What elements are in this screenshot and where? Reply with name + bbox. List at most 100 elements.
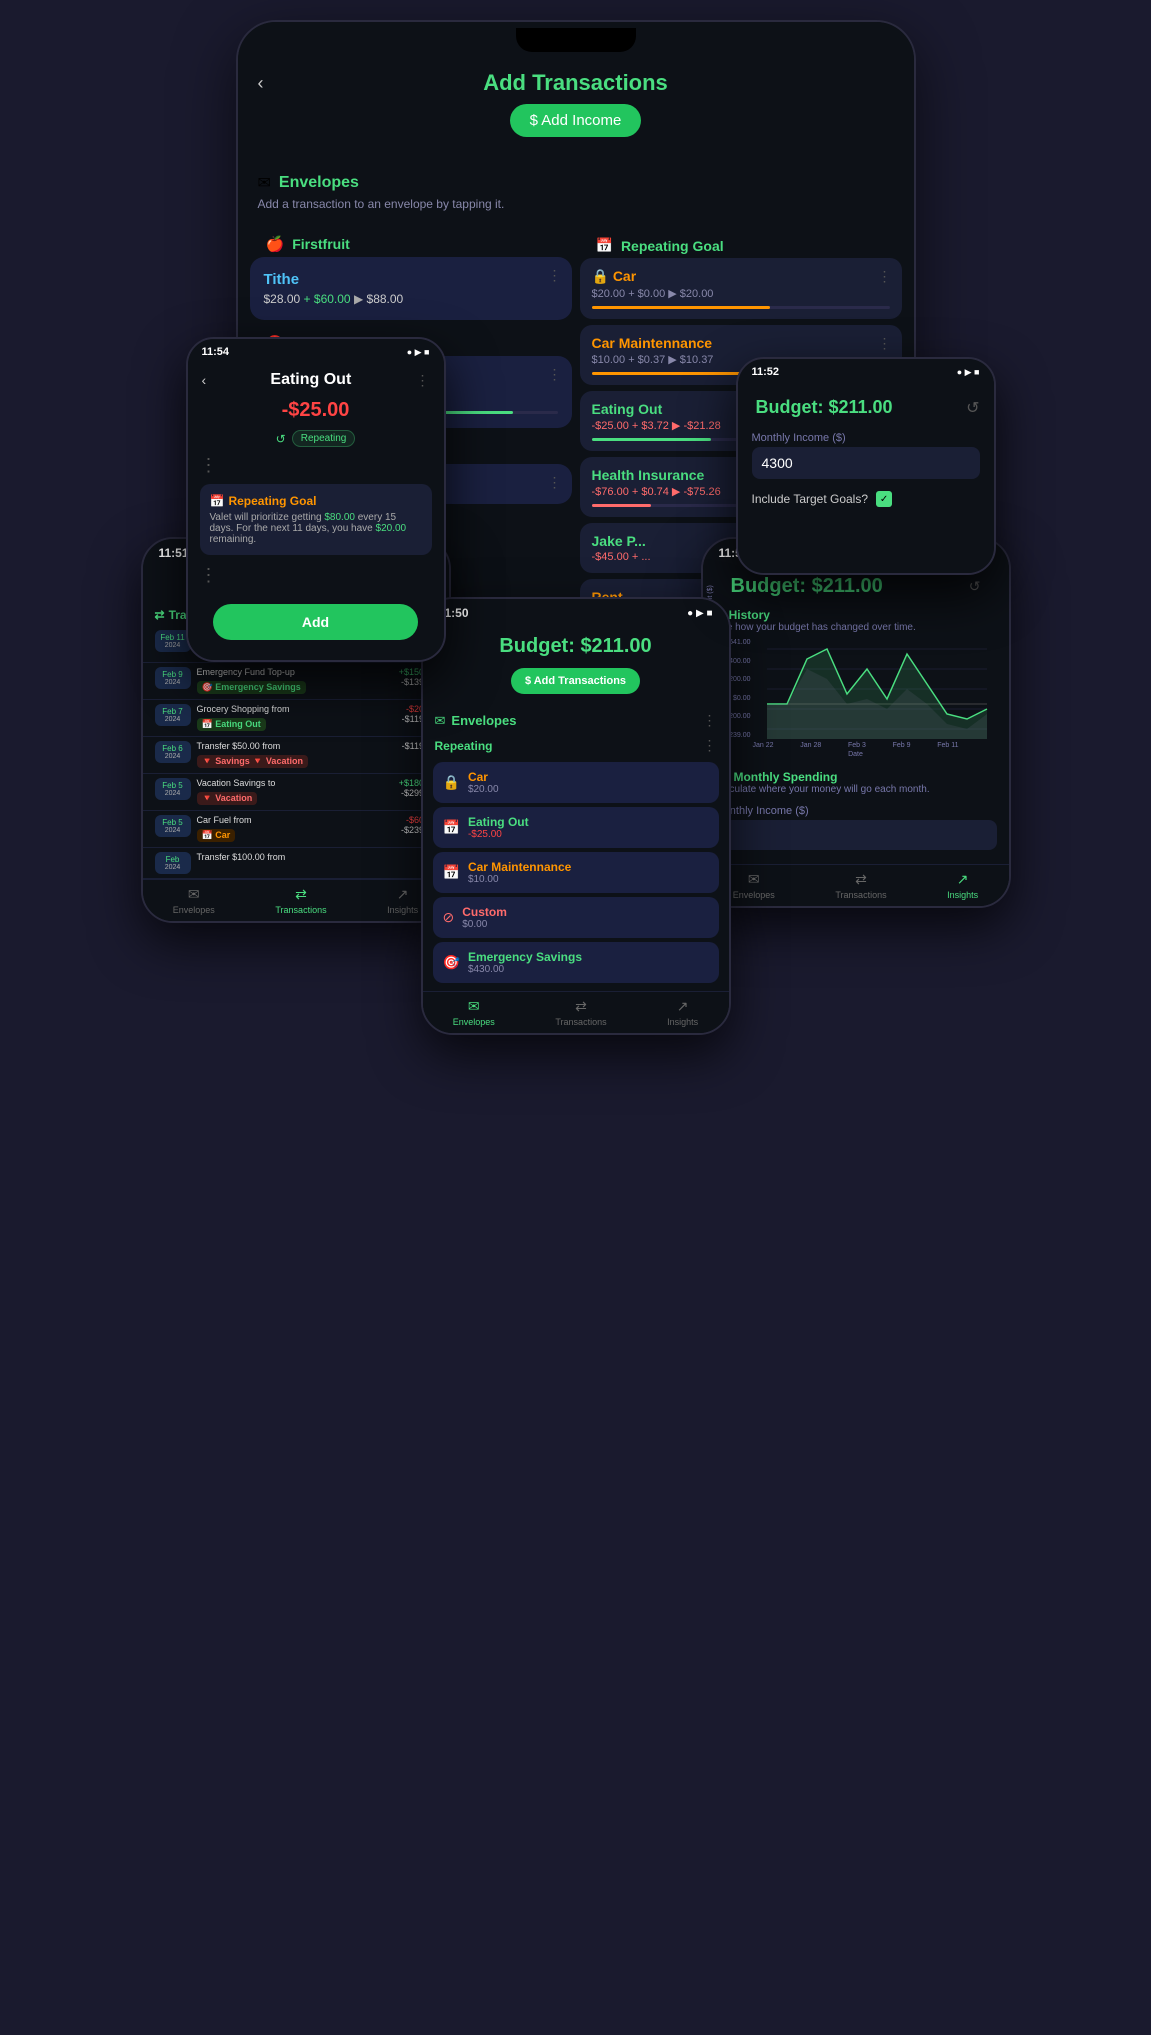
right-income-label: Monthly Income ($) bbox=[715, 805, 997, 817]
list-item[interactable]: 🎯 Emergency Savings $430.00 bbox=[433, 942, 719, 983]
eo-dots-1[interactable]: ⋮ bbox=[200, 455, 218, 476]
list-item[interactable]: 📅 Eating Out -$25.00 bbox=[433, 807, 719, 848]
trans-date-5: Feb 5 2024 bbox=[155, 778, 191, 800]
custom-icon: ⊘ bbox=[443, 909, 455, 926]
center-env-more[interactable]: ⋮ bbox=[703, 712, 717, 729]
tithe-name: Tithe bbox=[264, 271, 558, 288]
right-nav-insights-label: Insights bbox=[947, 890, 978, 900]
x-label-jan22: Jan 22 bbox=[753, 742, 774, 749]
tithe-dots[interactable]: ⋮ bbox=[548, 267, 562, 284]
page-title: Add Transactions bbox=[483, 70, 668, 96]
nav-insights-left[interactable]: ↗ Insights bbox=[387, 886, 418, 915]
bp-include-label: Include Target Goals? bbox=[752, 492, 869, 506]
nav-envelopes-label: Envelopes bbox=[173, 905, 215, 915]
list-item[interactable]: 📅 Car Maintennance $10.00 bbox=[433, 852, 719, 893]
add-transactions-button[interactable]: $ Add Transactions bbox=[511, 668, 640, 694]
add-income-button[interactable]: $ Add Income bbox=[510, 104, 642, 137]
eo-repeating-goal-box: 📅 Repeating Goal Valet will prioritize g… bbox=[200, 484, 432, 555]
center-nav-insights-icon: ↗ bbox=[677, 998, 689, 1015]
bp-income-label: Monthly Income ($) bbox=[752, 432, 980, 444]
center-car-amount: $20.00 bbox=[468, 784, 499, 795]
center-nav-insights[interactable]: ↗ Insights bbox=[667, 998, 698, 1027]
firstfruit-title: Firstfruit bbox=[292, 236, 350, 252]
center-envelopes-title: Envelopes bbox=[451, 713, 516, 728]
list-item[interactable]: ⊘ Custom $0.00 bbox=[433, 897, 719, 938]
right-nav-insights[interactable]: ↗ Insights bbox=[947, 871, 978, 900]
trans-desc-4: Transfer $50.00 from 🔻 Savings 🔻 Vacatio… bbox=[197, 741, 396, 769]
center-nav-transactions[interactable]: ⇄ Transactions bbox=[555, 998, 606, 1027]
monthly-spending-section: 📅 Monthly Spending Calculate where your … bbox=[703, 764, 1009, 799]
budget-phone: 11:52 ● ▶ ■ Budget: $211.00 ↺ Monthly In… bbox=[736, 357, 996, 575]
trans-tag-6: 📅 Car bbox=[197, 829, 236, 842]
trans-tag-2: 🎯 Emergency Savings bbox=[197, 681, 306, 694]
right-nav-envelopes[interactable]: ✉ Envelopes bbox=[733, 871, 775, 900]
right-nav-transactions[interactable]: ⇄ Transactions bbox=[835, 871, 886, 900]
envelope-icon: ✉ bbox=[258, 173, 271, 193]
tithe-card[interactable]: ⋮ Tithe $28.00 + $60.00 ▶ $88.00 bbox=[250, 257, 572, 320]
center-env-icon: ✉ bbox=[435, 713, 446, 729]
bp-checkbox[interactable]: ✓ bbox=[876, 491, 892, 507]
eo-add-button[interactable]: Add bbox=[213, 604, 418, 640]
car-card[interactable]: ⋮ 🔒 Car $20.00 + $0.00 ▶ $20.00 bbox=[580, 258, 902, 319]
center-carmaint-amount: $10.00 bbox=[468, 874, 571, 885]
nav-transactions-label: Transactions bbox=[275, 905, 326, 915]
bp-income-input[interactable]: 4300 bbox=[752, 447, 980, 479]
screen-header: ‹ Add Transactions bbox=[238, 58, 914, 104]
x-label-jan28: Jan 28 bbox=[800, 742, 821, 749]
eating-out-detail-phone: 11:54 ● ▶ ■ ‹ Eating Out ⋮ -$25.00 ↺ Rep… bbox=[186, 337, 446, 662]
transaction-list: Feb 11 2024 Savings Allocation to 🔻 Savi… bbox=[143, 626, 449, 879]
center-nav-envelopes[interactable]: ✉ Envelopes bbox=[453, 998, 495, 1027]
right-nav-env-icon: ✉ bbox=[748, 871, 760, 888]
bp-checkbox-row: Include Target Goals? ✓ bbox=[738, 485, 994, 513]
eo-rep-label: Repeating bbox=[301, 433, 347, 444]
eo-dots-2[interactable]: ⋮ bbox=[200, 565, 218, 586]
list-item[interactable]: 🔒 Car $20.00 bbox=[433, 762, 719, 803]
envelopes-section-header: ✉ Envelopes bbox=[238, 165, 914, 197]
nav-envelopes[interactable]: ✉ Envelopes bbox=[173, 886, 215, 915]
car-lock-icon: 🔒 bbox=[443, 774, 460, 791]
eo-rg-icon: 📅 bbox=[210, 494, 225, 508]
repeating-goal-title: Repeating Goal bbox=[621, 238, 724, 254]
center-emgsav-name: Emergency Savings bbox=[468, 950, 582, 964]
right-nav-trans-label: Transactions bbox=[835, 890, 886, 900]
center-nav-insights-label: Insights bbox=[667, 1017, 698, 1027]
monthly-spending-title: 📅 Monthly Spending bbox=[715, 770, 997, 784]
center-nav-env-label: Envelopes bbox=[453, 1017, 495, 1027]
right-nav-insights-icon: ↗ bbox=[957, 871, 969, 888]
eo-title: Eating Out bbox=[206, 371, 415, 389]
eo-more[interactable]: ⋮ bbox=[416, 372, 430, 389]
tithe-amount: $28.00 + $60.00 ▶ $88.00 bbox=[264, 292, 558, 306]
table-row[interactable]: Feb 6 2024 Transfer $50.00 from 🔻 Saving… bbox=[143, 737, 449, 774]
eo-repeating-tag: ↺ Repeating bbox=[188, 426, 444, 451]
table-row[interactable]: Feb 9 2024 Emergency Fund Top-up 🎯 Emerg… bbox=[143, 663, 449, 700]
center-eating-name: Eating Out bbox=[468, 815, 529, 829]
center-rep-more[interactable]: ⋮ bbox=[703, 737, 717, 754]
center-nav-trans-icon: ⇄ bbox=[575, 998, 587, 1015]
chart-x-axis-label: Date bbox=[711, 751, 1001, 758]
left-bottom-nav: ✉ Envelopes ⇄ Transactions ↗ Insights bbox=[143, 879, 449, 921]
table-row[interactable]: Feb 5 2024 Car Fuel from 📅 Car -$60.00 -… bbox=[143, 811, 449, 848]
x-label-feb11: Feb 11 bbox=[937, 742, 958, 749]
trans-desc-7: Transfer $100.00 from bbox=[197, 852, 431, 862]
firstfruit-icon: 🍎 bbox=[266, 235, 285, 253]
repeating-goal-group: 📅 Repeating Goal bbox=[580, 227, 902, 258]
bp-refresh-icon[interactable]: ↺ bbox=[966, 398, 979, 418]
table-row[interactable]: Feb 5 2024 Vacation Savings to 🔻 Vacatio… bbox=[143, 774, 449, 811]
center-carmaint-name: Car Maintennance bbox=[468, 860, 571, 874]
table-row[interactable]: Feb 2024 Transfer $100.00 from bbox=[143, 848, 449, 879]
car-amount: $20.00 + $0.00 ▶ $20.00 bbox=[592, 287, 890, 300]
trans-tag-4: 🔻 Savings 🔻 Vacation bbox=[197, 755, 308, 768]
notch-bar bbox=[516, 28, 636, 52]
nav-insights-label-left: Insights bbox=[387, 905, 418, 915]
table-row[interactable]: Feb 7 2024 Grocery Shopping from 📅 Eatin… bbox=[143, 700, 449, 737]
car-dots[interactable]: ⋮ bbox=[878, 268, 892, 285]
nav-transactions[interactable]: ⇄ Transactions bbox=[275, 886, 326, 915]
trans-desc-5: Vacation Savings to 🔻 Vacation bbox=[197, 778, 393, 806]
center-custom-amount: $0.00 bbox=[462, 919, 507, 930]
right-income-input[interactable] bbox=[715, 820, 997, 850]
eo-rep-badge: Repeating bbox=[292, 430, 356, 447]
bp-input-section: Monthly Income ($) 4300 bbox=[738, 426, 994, 485]
x-label-feb3: Feb 3 bbox=[848, 742, 866, 749]
back-arrow-icon[interactable]: ‹ bbox=[258, 73, 264, 94]
envelopes-subtitle: Add a transaction to an envelope by tapp… bbox=[238, 197, 914, 223]
